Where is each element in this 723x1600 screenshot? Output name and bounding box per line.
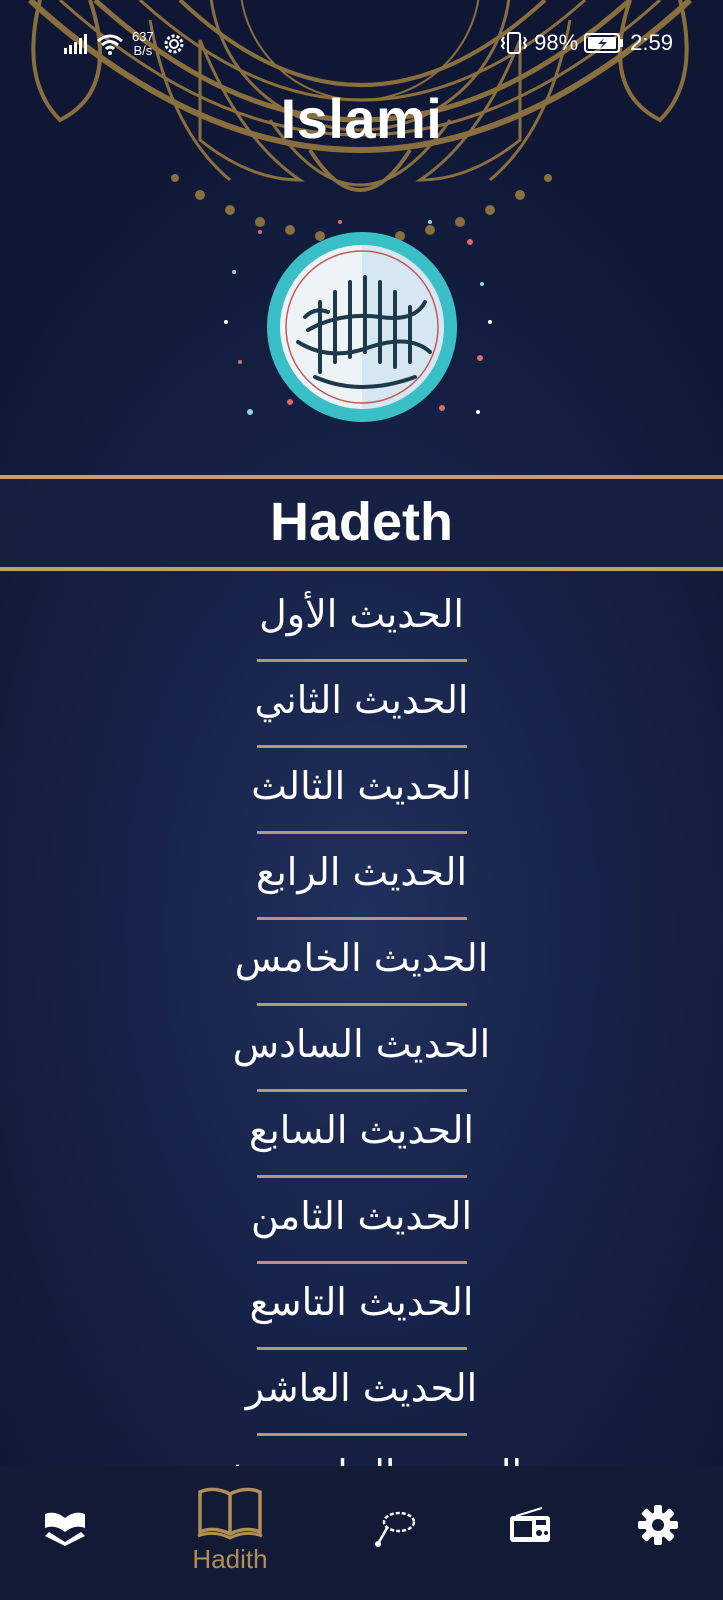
hadith-list-item[interactable]: الحديث الثالث [0, 748, 723, 834]
hadith-title: الحديث العاشر [245, 1366, 478, 1410]
settings-icon [638, 1505, 678, 1545]
hadith-list-item[interactable]: الحديث الأول [0, 576, 723, 662]
item-divider [256, 1433, 467, 1436]
vibrate-icon [500, 32, 528, 54]
bottom-navigation: Hadith [0, 1466, 723, 1600]
item-divider [256, 1261, 467, 1264]
quran-icon [45, 1512, 85, 1546]
nav-radio[interactable] [500, 1466, 560, 1600]
net-speed-value: 637 [132, 29, 154, 44]
item-divider [256, 1175, 467, 1178]
hadith-title: الحديث الثامن [250, 1194, 473, 1238]
hadith-title: الحديث الحادي عشر [201, 1439, 522, 1466]
nav-quran[interactable] [30, 1466, 100, 1600]
net-speed: 637 B/s [132, 30, 154, 58]
item-divider [256, 659, 467, 662]
hadith-logo-icon [224, 220, 492, 422]
battery-percent: 98% [534, 30, 579, 55]
gear-status-icon [164, 34, 184, 54]
hadith-list-item[interactable]: الحديث التاسع [0, 1264, 723, 1350]
hadith-title: الحديث الثالث [251, 764, 472, 808]
hadith-title: الحديث الأول [259, 592, 464, 636]
signal-icon [64, 34, 87, 54]
nav-hadith-label: Hadith [192, 1544, 268, 1574]
hadith-title: الحديث التاسع [249, 1280, 474, 1324]
item-divider [256, 1347, 467, 1350]
hadith-list-item[interactable]: الحديث السادس [0, 1006, 723, 1092]
hadith-title: الحديث الرابع [255, 850, 468, 894]
status-right: 98% 2:59 [500, 30, 673, 56]
app-title: Islami [280, 87, 443, 150]
net-speed-unit: B/s [133, 43, 153, 58]
hadith-title: الحديث الثاني [254, 678, 469, 722]
radio-icon [510, 1507, 550, 1542]
item-divider [256, 745, 467, 748]
status-bar: 637 B/s 98% 2:59 [0, 0, 723, 88]
item-divider [256, 831, 467, 834]
hadith-list-item[interactable]: الحديث الحادي عشر [0, 1436, 723, 1466]
hadith-list-item[interactable]: الحديث الخامس [0, 920, 723, 1006]
hadith-book-icon [197, 1487, 263, 1540]
sebha-icon [375, 1511, 416, 1547]
nav-settings[interactable] [628, 1466, 688, 1600]
status-left: 637 B/s [64, 30, 186, 58]
hadith-title: الحديث السابع [249, 1108, 474, 1152]
hadith-list-item[interactable]: الحديث الثاني [0, 662, 723, 748]
nav-hadith[interactable]: Hadith [178, 1466, 282, 1600]
hadith-list-item[interactable]: الحديث السابع [0, 1092, 723, 1178]
hadith-list-item[interactable]: الحديث العاشر [0, 1350, 723, 1436]
hadith-title: الحديث الخامس [234, 936, 489, 980]
battery-icon [584, 33, 624, 53]
item-divider [256, 917, 467, 920]
section-header: Hadeth [0, 475, 723, 571]
hadith-list-item[interactable]: الحديث الثامن [0, 1178, 723, 1264]
item-divider [256, 1089, 467, 1092]
wifi-icon [97, 34, 123, 55]
hadith-list[interactable]: الحديث الأول الحديث الثاني الحديث الثالث… [0, 576, 723, 1466]
clock: 2:59 [630, 30, 673, 55]
hadith-list-item[interactable]: الحديث الرابع [0, 834, 723, 920]
nav-sebha[interactable] [360, 1466, 430, 1600]
hadith-title: الحديث السادس [232, 1022, 491, 1066]
section-title: Hadeth [269, 492, 453, 552]
item-divider [256, 1003, 467, 1006]
